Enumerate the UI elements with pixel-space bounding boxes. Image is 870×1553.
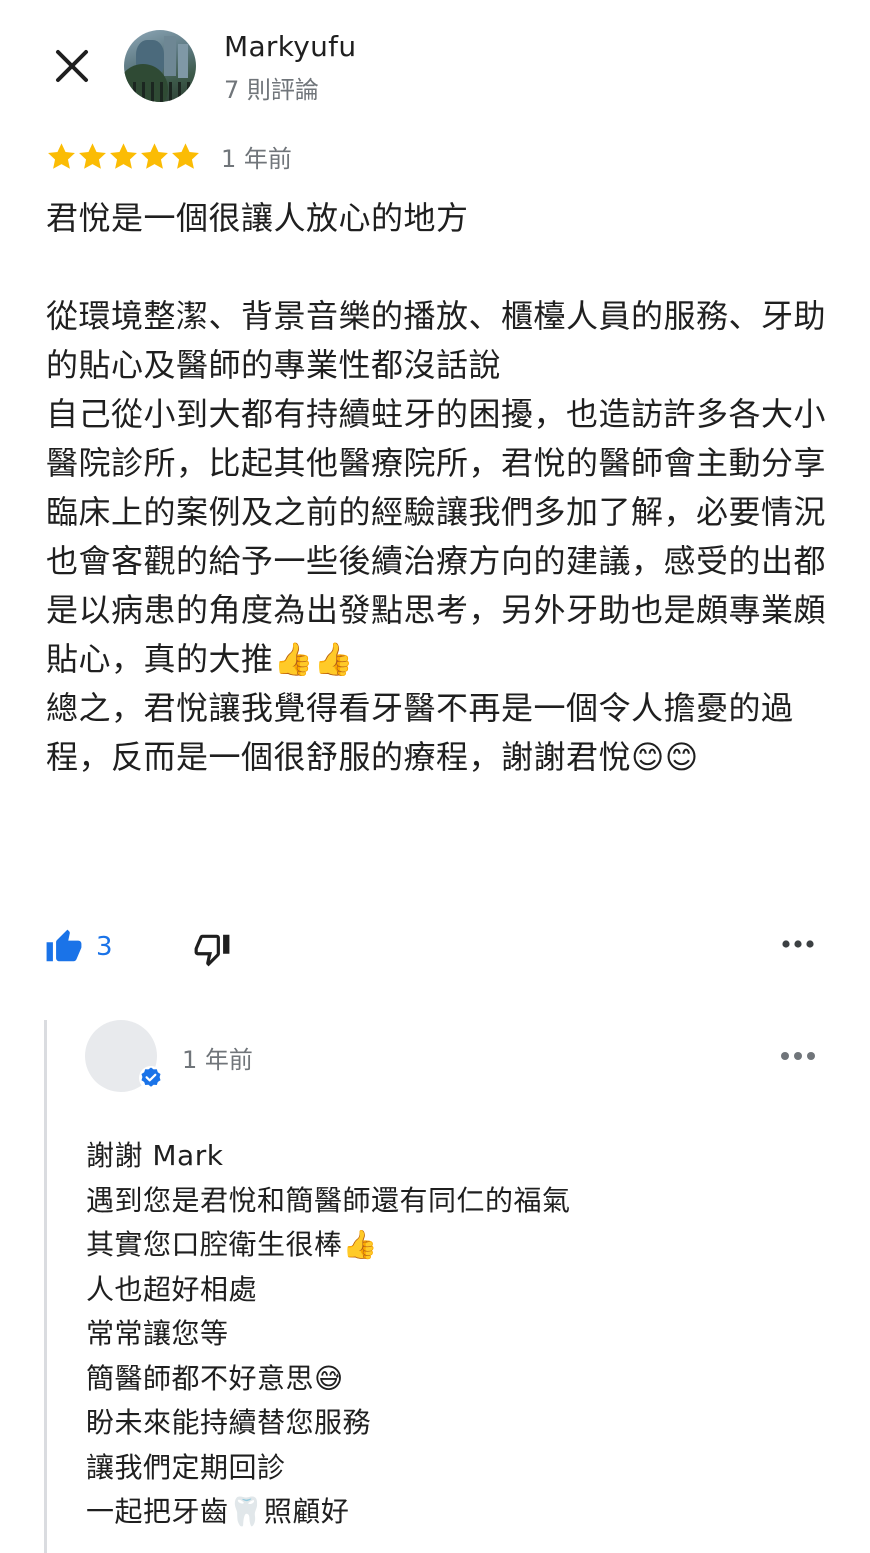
review-header: Markyufu 7 則評論	[0, 0, 870, 130]
verified-badge-icon	[139, 1066, 163, 1090]
reply-date: 1 年前	[182, 1046, 253, 1074]
rating-row: 1 年前	[46, 138, 292, 174]
owner-reply-text: 謝謝 Mark 遇到您是君悅和簡醫師還有同仁的福氣 其實您口腔衛生很棒👍 人也超…	[86, 1134, 806, 1535]
reply-line: 簡醫師都不好意思😅	[86, 1361, 344, 1395]
user-name[interactable]: Markyufu	[224, 30, 356, 63]
review-actions: 3	[0, 920, 870, 980]
reply-line: 人也超好相處	[86, 1272, 258, 1306]
reply-more-button[interactable]	[780, 1046, 816, 1065]
reply-line: 讓我們定期回診	[86, 1450, 286, 1484]
reply-line: 一起把牙齒🦷照顧好	[86, 1495, 350, 1528]
reply-line: 其實您口腔衛生很棒👍	[86, 1228, 378, 1261]
star-icon	[141, 142, 168, 169]
star-rating	[46, 141, 201, 172]
review-paragraph: 從環境整潔、背景音樂的播放、櫃檯人員的服務、牙助的貼心及醫師的專業性都沒話說	[46, 297, 827, 384]
user-review-count: 7 則評論	[224, 76, 319, 104]
reply-line: 常常讓您等	[86, 1317, 229, 1350]
review-more-button[interactable]	[782, 934, 814, 953]
thumb-down-icon	[194, 934, 230, 967]
review-paragraph: 自己從小到大都有持續蛀牙的困擾，也造訪許多各大小醫院診所，比起其他醫療院所，君悅…	[46, 395, 827, 678]
dislike-button[interactable]	[192, 930, 232, 972]
star-icon	[48, 142, 75, 169]
close-button[interactable]	[50, 44, 94, 88]
more-horiz-icon	[782, 940, 814, 948]
reply-line: 謝謝 Mark	[86, 1139, 224, 1172]
thumb-up-icon	[46, 929, 82, 962]
more-horiz-icon	[781, 1052, 815, 1060]
reply-thread-line	[44, 1020, 47, 1553]
reply-line: 遇到您是君悅和簡醫師還有同仁的福氣	[86, 1183, 571, 1217]
review-text: 君悅是一個很讓人放心的地方 從環境整潔、背景音樂的播放、櫃檯人員的服務、牙助的貼…	[46, 194, 826, 782]
like-count: 3	[96, 932, 113, 962]
review-date: 1 年前	[221, 144, 292, 173]
review-paragraph: 總之，君悅讓我覺得看牙醫不再是一個令人擔憂的過程，反而是一個很舒服的療程，謝謝君…	[46, 689, 794, 776]
like-button[interactable]: 3	[44, 928, 113, 966]
star-icon	[79, 142, 106, 169]
star-icon	[110, 142, 137, 169]
reply-line: 盼未來能持續替您服務	[86, 1406, 372, 1439]
star-icon	[172, 142, 199, 169]
close-icon	[56, 50, 88, 82]
review-paragraph: 君悅是一個很讓人放心的地方	[46, 199, 469, 237]
user-avatar[interactable]	[124, 30, 196, 102]
